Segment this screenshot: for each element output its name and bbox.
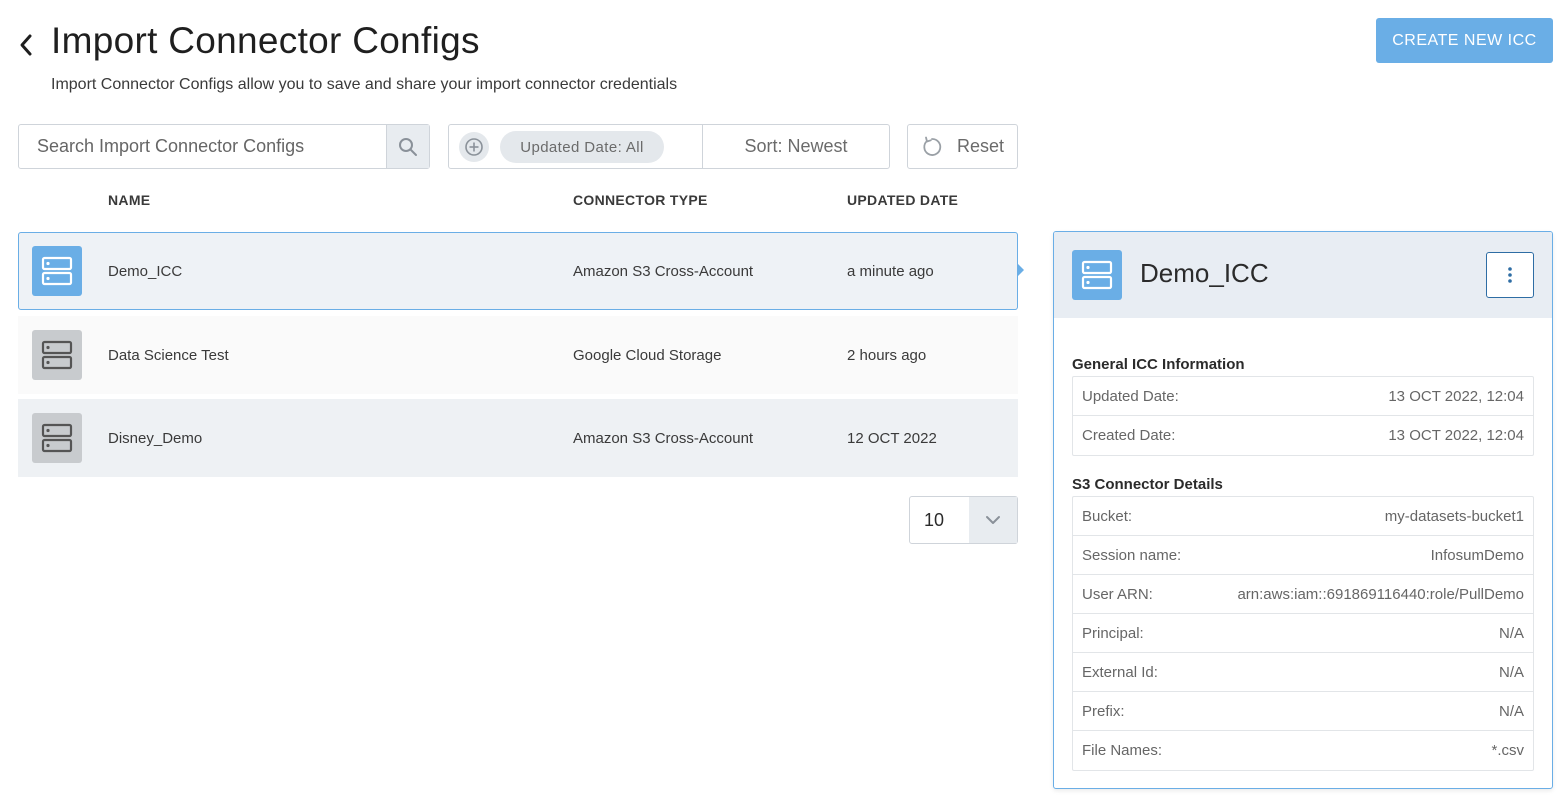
page-subtitle: Import Connector Configs allow you to sa… xyxy=(51,76,678,93)
info-row-updated-date: Updated Date: 13 OCT 2022, 12:04 xyxy=(1073,377,1533,416)
info-label: Created Date: xyxy=(1082,427,1176,444)
row-updated-date: 12 OCT 2022 xyxy=(847,429,937,447)
row-connector-type: Google Cloud Storage xyxy=(573,346,722,364)
row-connector-type: Amazon S3 Cross-Account xyxy=(573,262,754,280)
table-row[interactable]: Demo_ICC Amazon S3 Cross-Account a minut… xyxy=(18,232,1018,310)
server-icon xyxy=(1072,250,1122,300)
more-options-kebab-icon[interactable] xyxy=(1486,252,1534,298)
page-size-value: 10 xyxy=(924,509,945,530)
row-name: Disney_Demo xyxy=(108,429,203,447)
create-new-icc-button[interactable]: CREATE NEW ICC xyxy=(1376,18,1553,63)
connector-details-table: Bucket: my-datasets-bucket1 Session name… xyxy=(1072,496,1534,771)
info-row-principal: Principal: N/A xyxy=(1073,614,1533,653)
selected-row-indicator xyxy=(1018,264,1024,276)
row-name: Demo_ICC xyxy=(108,262,183,280)
reset-button[interactable]: Reset xyxy=(907,124,1018,169)
page-size-select[interactable]: 10 xyxy=(909,496,1018,544)
info-row-prefix: Prefix: N/A xyxy=(1073,692,1533,731)
detail-panel-header: Demo_ICC xyxy=(1054,232,1552,318)
info-row-external-id: External Id: N/A xyxy=(1073,653,1533,692)
general-info-heading: General ICC Information xyxy=(1072,356,1245,373)
server-icon xyxy=(32,330,82,380)
table-row[interactable]: Data Science Test Google Cloud Storage 2… xyxy=(18,316,1018,394)
info-label: Prefix: xyxy=(1082,702,1125,720)
info-value: *.csv xyxy=(1491,742,1524,759)
info-label: Session name: xyxy=(1082,546,1182,564)
info-row-user-arn: User ARN: arn:aws:iam::691869116440:role… xyxy=(1073,575,1533,614)
info-label: Updated Date: xyxy=(1082,387,1179,405)
refresh-icon xyxy=(923,136,942,156)
info-value: N/A xyxy=(1498,663,1524,681)
row-updated-date: 2 hours ago xyxy=(847,346,927,364)
info-label: Bucket: xyxy=(1082,507,1133,525)
info-label: User ARN: xyxy=(1082,585,1153,603)
info-label: Principal: xyxy=(1082,624,1144,642)
info-value: 13 OCT 2022, 12:04 xyxy=(1388,427,1524,444)
table-row[interactable]: Disney_Demo Amazon S3 Cross-Account 12 O… xyxy=(18,399,1018,477)
server-icon xyxy=(32,246,82,296)
chevron-down-icon[interactable] xyxy=(969,497,1017,543)
info-row-session-name: Session name: InfosumDemo xyxy=(1073,536,1533,575)
row-name: Data Science Test xyxy=(108,346,229,364)
info-value: N/A xyxy=(1498,624,1524,642)
add-filter-plus-circle-icon[interactable] xyxy=(459,132,489,162)
info-value: my-datasets-bucket1 xyxy=(1384,507,1524,525)
info-label: File Names: xyxy=(1082,742,1163,759)
reset-label: Reset xyxy=(956,136,1005,156)
search-box xyxy=(18,124,430,169)
column-header-connector-type[interactable]: CONNECTOR TYPE xyxy=(573,192,708,208)
updated-date-filter-chip[interactable]: Updated Date: All xyxy=(500,131,664,163)
column-header-name[interactable]: NAME xyxy=(108,192,150,208)
server-icon xyxy=(32,413,82,463)
info-row-created-date: Created Date: 13 OCT 2022, 12:04 xyxy=(1073,416,1533,455)
filter-sort-bar: Updated Date: All Sort: Newest xyxy=(448,124,890,169)
connector-details-heading: S3 Connector Details xyxy=(1072,476,1223,493)
info-label: External Id: xyxy=(1082,663,1158,681)
detail-title: Demo_ICC xyxy=(1140,258,1269,288)
info-value: N/A xyxy=(1498,702,1524,720)
detail-panel: Demo_ICC General ICC Information Updated… xyxy=(1053,231,1553,789)
info-row-file-names: File Names: *.csv xyxy=(1073,731,1533,770)
row-connector-type: Amazon S3 Cross-Account xyxy=(573,429,754,447)
info-value: arn:aws:iam::691869116440:role/PullDemo xyxy=(1237,585,1524,603)
sort-dropdown[interactable]: Sort: Newest xyxy=(703,125,889,168)
search-icon[interactable] xyxy=(386,125,429,168)
row-updated-date: a minute ago xyxy=(847,262,934,280)
back-chevron-icon[interactable] xyxy=(16,32,36,58)
info-value: 13 OCT 2022, 12:04 xyxy=(1388,387,1524,405)
column-header-updated-date[interactable]: UPDATED DATE xyxy=(847,192,958,208)
info-value: InfosumDemo xyxy=(1430,546,1524,564)
info-row-bucket: Bucket: my-datasets-bucket1 xyxy=(1073,497,1533,536)
page-title: Import Connector Configs xyxy=(51,20,480,61)
search-input[interactable] xyxy=(19,125,387,168)
general-info-table: Updated Date: 13 OCT 2022, 12:04 Created… xyxy=(1072,376,1534,456)
